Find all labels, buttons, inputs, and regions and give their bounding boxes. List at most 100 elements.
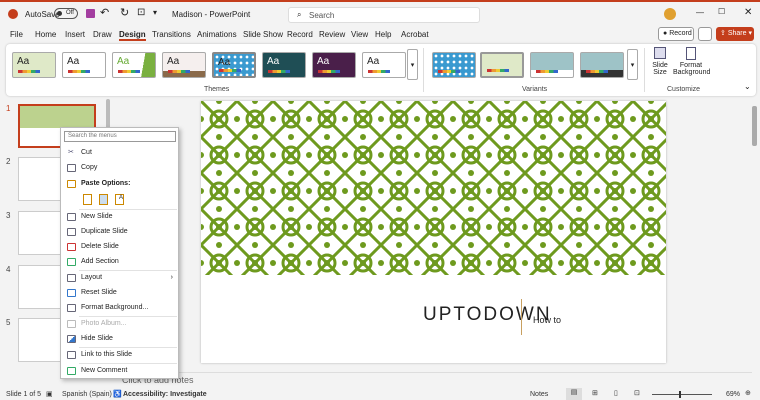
tab-transitions[interactable]: Transitions — [152, 30, 191, 39]
variant-2[interactable] — [480, 52, 524, 78]
theme-sample: Aa — [367, 56, 380, 67]
thumbnail-number: 5 — [6, 318, 11, 327]
editor-scrollbar[interactable] — [752, 106, 757, 146]
accessibility-icon: ♿ — [113, 391, 122, 398]
slide-sorter-icon[interactable]: ⊞ — [592, 389, 598, 397]
menu-item-hide-slide[interactable]: Hide Slide — [61, 332, 178, 346]
variants-more-button[interactable]: ▾ — [627, 49, 638, 80]
tab-home[interactable]: Home — [35, 30, 56, 39]
tab-slide-show[interactable]: Slide Show — [243, 30, 283, 39]
theme-6[interactable]: Aa — [262, 52, 306, 78]
menu-label: Format Background... — [81, 304, 149, 311]
menu-label: Hide Slide — [81, 335, 113, 342]
theme-4[interactable]: Aa — [162, 52, 206, 78]
theme-1[interactable]: Aa — [12, 52, 56, 78]
tab-review[interactable]: Review — [319, 30, 345, 39]
variant-3[interactable] — [530, 52, 574, 78]
menu-item-copy[interactable]: Copy — [61, 161, 178, 175]
collapse-ribbon-icon[interactable]: ⌄ — [744, 82, 751, 91]
present-icon[interactable]: ⊡ — [137, 7, 145, 18]
maximize-icon[interactable]: ☐ — [718, 7, 725, 16]
menu-item-new-comment[interactable]: New Comment — [61, 364, 178, 378]
theme-sample: Aa — [17, 56, 30, 67]
share-button[interactable]: ⇪ Share ▾ — [716, 27, 754, 41]
menu-item-format-background[interactable]: Format Background... — [61, 301, 178, 315]
menu-item-duplicate-slide[interactable]: Duplicate Slide — [61, 225, 178, 239]
paste-option-picture-icon[interactable] — [99, 194, 108, 205]
tab-design[interactable]: Design — [119, 30, 146, 41]
themes-group-label: Themes — [204, 86, 230, 93]
customize-toolbar-icon[interactable]: ▾ — [153, 8, 157, 17]
hide-slide-icon — [67, 335, 76, 343]
menu-item-new-slide[interactable]: New Slide — [61, 210, 178, 224]
format-background-icon — [67, 304, 76, 312]
ribbon-tabs: File Home Insert Draw Design Transitions… — [0, 27, 760, 43]
menu-item-layout[interactable]: Layout › — [61, 271, 178, 285]
paste-options-heading: Paste Options: — [61, 177, 178, 191]
theme-2[interactable]: Aa — [62, 52, 106, 78]
tab-record[interactable]: Record — [287, 30, 313, 39]
save-icon[interactable] — [86, 9, 95, 18]
format-background-button[interactable]: Format Background — [673, 47, 710, 76]
menu-label: Duplicate Slide — [81, 228, 128, 235]
avatar[interactable] — [664, 8, 676, 20]
theme-sample: Aa — [167, 56, 180, 67]
comments-button[interactable] — [698, 27, 712, 41]
variant-4[interactable] — [580, 52, 624, 78]
variants-group-label: Variants — [522, 86, 548, 93]
undo-icon[interactable]: ↶ — [100, 6, 109, 19]
toggle-state: Off — [66, 10, 74, 16]
record-button[interactable]: ● Record — [658, 27, 694, 41]
zoom-level[interactable]: 69% — [726, 391, 740, 398]
menu-item-link-to-slide[interactable]: Link to this Slide — [61, 348, 178, 362]
paste-option-keep-source-icon[interactable] — [83, 194, 92, 205]
theme-3[interactable]: Aa — [112, 52, 156, 78]
fit-to-window-icon[interactable]: ⊕ — [745, 389, 751, 397]
slideshow-icon[interactable]: ⊡ — [634, 389, 640, 397]
paste-option-text-only-icon[interactable]: A — [115, 194, 124, 205]
context-menu: Search the menus ✂ Cut Copy Paste Options… — [60, 127, 179, 379]
slide-size-button[interactable]: Slide Size — [649, 47, 671, 76]
close-icon[interactable]: ✕ — [744, 7, 752, 18]
themes-more-button[interactable]: ▾ — [407, 49, 418, 80]
tab-view[interactable]: View — [351, 30, 368, 39]
language-status[interactable]: Spanish (Spain) — [62, 391, 112, 398]
theme-7[interactable]: Aa — [312, 52, 356, 78]
thumbnail-number: 4 — [6, 265, 11, 274]
customize-group-label: Customize — [667, 86, 701, 93]
tab-help[interactable]: Help — [375, 30, 391, 39]
menu-search-input[interactable]: Search the menus — [64, 131, 176, 142]
menu-item-reset-slide[interactable]: Reset Slide — [61, 286, 178, 300]
notes-pane[interactable]: Click to add notes — [112, 372, 752, 387]
accessibility-status[interactable]: Accessibility: Investigate — [123, 391, 207, 398]
slide-subtitle[interactable]: How to — [533, 315, 561, 325]
search-box[interactable]: ⌕ Search — [288, 7, 480, 23]
reading-view-icon[interactable]: ▯ — [614, 389, 618, 397]
delete-slide-icon — [67, 243, 76, 251]
paste-icon — [67, 180, 76, 188]
tab-file[interactable]: File — [10, 30, 23, 39]
theme-5-selected[interactable]: Aa — [212, 52, 256, 78]
zoom-slider[interactable] — [652, 391, 712, 398]
minimize-icon[interactable]: — — [696, 8, 704, 17]
tab-draw[interactable]: Draw — [93, 30, 112, 39]
reset-slide-icon — [67, 289, 76, 297]
notes-button[interactable]: Notes — [530, 391, 548, 398]
spelling-icon[interactable]: ▣ — [46, 390, 53, 398]
menu-label: Reset Slide — [81, 289, 117, 296]
tab-acrobat[interactable]: Acrobat — [401, 30, 429, 39]
menu-label: New Slide — [81, 213, 113, 220]
slide-canvas[interactable]: UPTODOWN How to — [201, 101, 666, 363]
autosave-toggle[interactable]: Off — [54, 8, 78, 19]
variant-1[interactable] — [432, 52, 476, 78]
theme-8[interactable]: Aa — [362, 52, 406, 78]
normal-view-icon[interactable]: ▤ — [566, 388, 582, 400]
menu-item-cut[interactable]: ✂ Cut — [61, 146, 178, 160]
tab-insert[interactable]: Insert — [65, 30, 85, 39]
window-title: Madison - PowerPoint — [172, 10, 251, 19]
redo-icon[interactable]: ↻ — [120, 6, 129, 19]
ribbon: Aa Aa Aa Aa Aa Aa Aa Aa ▾ Themes ▾ Varia… — [6, 44, 756, 96]
menu-item-add-section[interactable]: Add Section — [61, 255, 178, 269]
tab-animations[interactable]: Animations — [197, 30, 237, 39]
menu-item-delete-slide[interactable]: Delete Slide — [61, 240, 178, 254]
